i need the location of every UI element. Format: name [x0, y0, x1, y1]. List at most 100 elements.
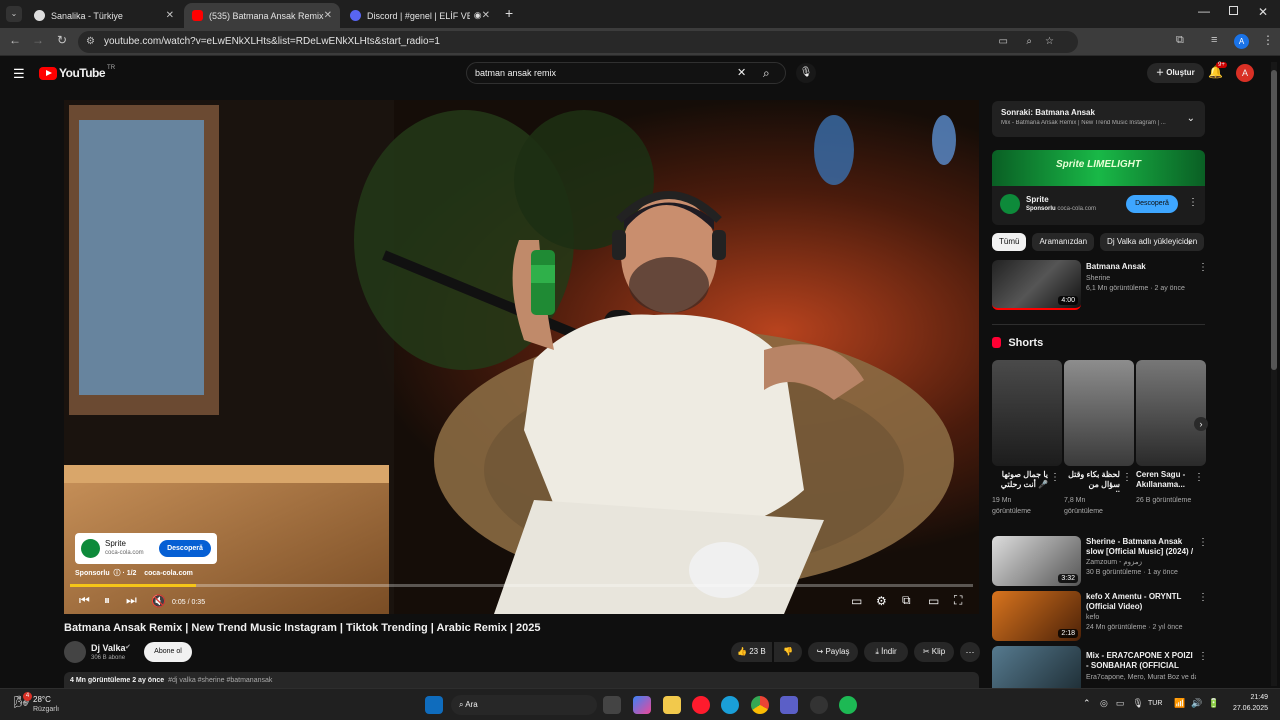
tray-icons[interactable]: ◎▭🎙 — [1100, 698, 1152, 709]
short-thumbnail[interactable] — [1136, 360, 1206, 466]
hashtags[interactable]: #dj valka #sherine #batmanansak — [168, 677, 272, 684]
close-icon[interactable]: ✕ — [166, 10, 174, 21]
channel-name[interactable]: Dj Valka — [91, 643, 126, 653]
chevron-right-icon[interactable]: › — [1194, 417, 1208, 431]
edge-icon[interactable] — [721, 696, 739, 714]
chevron-right-icon[interactable]: › — [1188, 237, 1191, 247]
voice-search-icon[interactable]: 🎙 — [796, 63, 816, 83]
close-window-icon[interactable]: ✕ — [1258, 5, 1268, 19]
task-view-icon[interactable] — [603, 696, 621, 714]
settings-icon[interactable]: ⚙ — [876, 594, 887, 608]
previous-icon[interactable]: ⏮ — [79, 593, 90, 608]
short-thumbnail[interactable] — [1064, 360, 1134, 466]
forward-icon[interactable]: → — [29, 33, 47, 47]
chrome-icon[interactable] — [751, 696, 769, 714]
subscribe-button[interactable]: Abone ol — [144, 642, 192, 662]
scrollbar-thumb[interactable] — [1271, 70, 1277, 370]
spotify-icon[interactable] — [839, 696, 857, 714]
chip-all[interactable]: Tümü — [992, 233, 1027, 251]
progress-bar[interactable] — [70, 584, 973, 587]
input-language[interactable]: TUR — [1148, 700, 1162, 707]
player-ad-card[interactable]: Sprite coca-cola.com Descoperă — [75, 533, 217, 564]
network-volume-icons[interactable]: 📶🔊🔋 — [1174, 698, 1226, 709]
more-icon[interactable]: ⋮ — [1198, 592, 1208, 603]
opera-icon[interactable] — [692, 696, 710, 714]
more-icon[interactable]: ⋮ — [1194, 472, 1204, 483]
account-avatar[interactable]: A — [1236, 64, 1254, 82]
taskbar-search[interactable]: ⌕ Ara — [451, 695, 597, 715]
tab-youtube[interactable]: (535) Batmana Ansak Remix | N ✕ — [184, 3, 340, 28]
tab-sanalika[interactable]: Sanalika - Türkiye ✕ — [26, 3, 182, 28]
subtitles-icon[interactable]: ▭ — [851, 594, 862, 608]
url-field[interactable]: ⚙ youtube.com/watch?v=eLwENkXLHts&list=R… — [78, 31, 1078, 53]
more-icon[interactable]: ⋮ — [1198, 651, 1205, 662]
tray-chevron-icon[interactable]: ⌃ — [1083, 698, 1091, 709]
clock-time[interactable]: 21:49 — [1228, 694, 1268, 701]
close-icon[interactable]: ✕ — [324, 10, 332, 21]
list-item[interactable]: Mix - ERA7CAPONE X POIZI - SONBAHAR (OFF… — [992, 646, 1205, 688]
copilot-icon[interactable] — [633, 696, 651, 714]
site-info-icon[interactable]: ⚙ — [86, 31, 95, 53]
video-thumbnail[interactable]: 3:32 — [992, 536, 1081, 586]
minimize-icon[interactable]: — — [1198, 4, 1210, 18]
sidebar-ad[interactable]: Sprite LIMELIGHT Sprite Sponsorlu coca-c… — [992, 150, 1205, 225]
audio-indicator-icon[interactable]: ◉ — [474, 10, 482, 21]
chip-from-search[interactable]: Aramanızdan — [1032, 233, 1095, 251]
more-icon[interactable]: ⋮ — [1198, 537, 1208, 548]
sidebar-ad-cta[interactable]: Descoperă — [1126, 195, 1178, 213]
list-item[interactable]: 2:18 kefo X Amentu - ORYNTL (Official Vi… — [992, 591, 1208, 641]
start-windows-icon[interactable] — [425, 696, 443, 714]
clip-button[interactable]: ✂ Klip — [914, 642, 954, 662]
fullscreen-icon[interactable]: ⛶ — [954, 593, 962, 608]
dislike-button[interactable]: 👎 — [774, 642, 802, 662]
list-item[interactable]: 3:32 Sherine - Batmana Ansak slow [Offic… — [992, 536, 1208, 586]
share-button[interactable]: ↪ Paylaş — [808, 642, 858, 662]
ad-cta-button[interactable]: Descoperă — [159, 540, 211, 557]
video-thumbnail[interactable]: 2:18 — [992, 591, 1081, 641]
guide-menu-icon[interactable]: ☰ — [13, 66, 25, 82]
miniplayer-icon[interactable]: ⧉ — [902, 593, 911, 608]
short-thumbnail[interactable] — [992, 360, 1062, 466]
extensions-icon[interactable]: ⧉ — [1176, 34, 1184, 47]
clock-date[interactable]: 27.06.2025 — [1228, 705, 1268, 712]
create-button[interactable]: ＋ Oluştur — [1147, 63, 1204, 83]
clear-search-icon[interactable]: ✕ — [737, 63, 746, 83]
browser-menu-icon[interactable]: ⋮ — [1262, 33, 1274, 47]
zoom-icon[interactable]: ⌕ — [1026, 31, 1032, 53]
more-icon[interactable]: ⋮ — [1050, 472, 1060, 483]
reload-icon[interactable]: ↻ — [53, 33, 71, 47]
next-icon[interactable]: ⏭ — [126, 593, 137, 608]
new-tab-icon[interactable]: + — [505, 5, 513, 21]
search-input[interactable]: batman ansak remix ✕ ⌕ — [466, 62, 786, 84]
close-icon[interactable]: ✕ — [482, 10, 490, 21]
media-control-icon[interactable]: ≡ — [1211, 34, 1217, 46]
ad-menu-icon[interactable]: ⋮ — [1188, 197, 1198, 208]
file-explorer-icon[interactable] — [663, 696, 681, 714]
download-button[interactable]: ⤓ İndir — [864, 642, 908, 662]
profile-avatar[interactable]: A — [1234, 34, 1249, 49]
channel-avatar[interactable] — [64, 641, 86, 663]
page-scrollbar[interactable] — [1271, 62, 1277, 686]
like-button[interactable]: 👍 23 B — [731, 642, 772, 662]
back-icon[interactable]: ← — [6, 33, 24, 47]
up-next-panel[interactable]: Sonraki: Batmana Ansak Mix - Batmana Ans… — [992, 101, 1205, 137]
game-icon[interactable] — [810, 696, 828, 714]
more-icon[interactable]: ⋮ — [1198, 262, 1208, 273]
list-item[interactable]: 4:00 Batmana Ansak Sherine 6,1 Mn görünt… — [992, 260, 1208, 312]
video-player[interactable]: Sprite coca-cola.com Descoperă Sponsorlu… — [64, 100, 979, 614]
weather-widget[interactable]: 🌬 4 28°C Rüzgarlı — [10, 692, 90, 718]
pause-icon[interactable]: ⏸ — [104, 593, 110, 608]
bookmark-star-icon[interactable]: ☆ — [1045, 31, 1054, 53]
video-thumbnail[interactable] — [992, 646, 1081, 688]
search-icon[interactable]: ⌕ — [763, 63, 770, 83]
tab-list-icon[interactable]: ⌄ — [6, 6, 22, 22]
teams-icon[interactable] — [780, 696, 798, 714]
video-thumbnail[interactable]: 4:00 — [992, 260, 1081, 310]
restore-icon[interactable] — [1229, 6, 1238, 15]
chevron-down-icon[interactable]: ⌄ — [1187, 113, 1195, 124]
mute-icon[interactable]: 🔇 — [151, 594, 166, 608]
more-icon[interactable]: ⋮ — [1122, 472, 1132, 483]
theater-mode-icon[interactable]: ▭ — [928, 594, 939, 608]
install-icon[interactable]: ▭ — [999, 31, 1008, 53]
tab-discord[interactable]: Discord | #genel | ELİF VE B ◉ ✕ — [342, 3, 498, 28]
